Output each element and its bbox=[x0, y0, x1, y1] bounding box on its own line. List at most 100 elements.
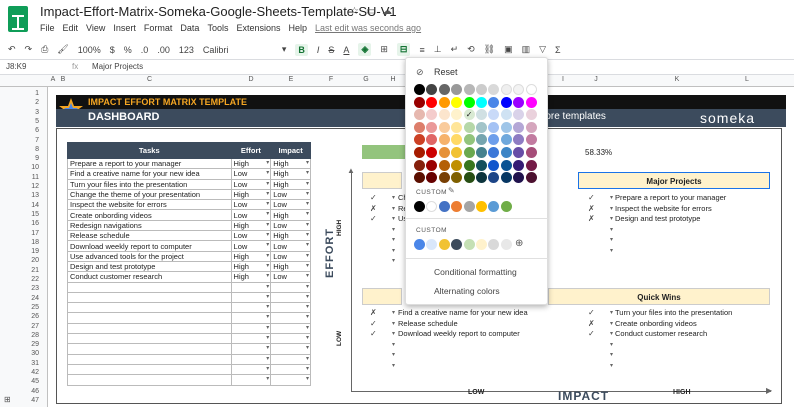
color-swatch[interactable] bbox=[451, 84, 463, 95]
color-swatch[interactable] bbox=[525, 121, 537, 133]
empty-cell[interactable] bbox=[270, 281, 311, 293]
impact-select[interactable]: High bbox=[270, 157, 311, 170]
font-select[interactable]: Calibri bbox=[203, 45, 273, 55]
task-cell[interactable]: Conduct customer research bbox=[67, 271, 232, 283]
color-swatch[interactable] bbox=[438, 172, 450, 184]
custom-color-swatch[interactable] bbox=[476, 239, 487, 250]
color-swatch[interactable] bbox=[525, 109, 537, 121]
impact-select[interactable]: High bbox=[270, 168, 311, 180]
impact-select[interactable]: High bbox=[270, 230, 311, 242]
color-swatch[interactable] bbox=[414, 96, 425, 108]
column-header[interactable]: J bbox=[578, 76, 614, 83]
impact-select[interactable]: High bbox=[270, 209, 311, 221]
menu-edit[interactable]: Edit bbox=[63, 23, 79, 33]
column-header[interactable]: D bbox=[231, 76, 271, 83]
color-swatch[interactable] bbox=[451, 147, 463, 158]
empty-cell[interactable] bbox=[230, 281, 272, 293]
color-swatch[interactable] bbox=[451, 109, 463, 121]
impact-select[interactable]: High bbox=[270, 260, 311, 273]
color-swatch[interactable] bbox=[488, 134, 500, 146]
color-swatch[interactable] bbox=[513, 84, 525, 95]
row-header[interactable]: 2 bbox=[35, 99, 39, 106]
custom-color-swatch[interactable] bbox=[414, 239, 425, 250]
row-header[interactable]: 26 bbox=[31, 313, 39, 320]
empty-cell[interactable] bbox=[230, 291, 272, 304]
color-swatch[interactable] bbox=[414, 109, 425, 121]
menu-file[interactable]: File bbox=[40, 23, 55, 33]
task-cell[interactable]: Design and test prototype bbox=[67, 260, 232, 273]
color-swatch[interactable] bbox=[525, 172, 537, 184]
color-swatch[interactable] bbox=[513, 159, 525, 171]
task-cell[interactable]: Find a creative name for your new idea bbox=[67, 168, 232, 180]
row-header[interactable]: 16 bbox=[31, 220, 39, 227]
empty-cell[interactable] bbox=[67, 312, 232, 324]
column-header[interactable]: A bbox=[48, 76, 58, 83]
row-header[interactable]: 11 bbox=[32, 174, 39, 181]
row-header[interactable]: 6 bbox=[35, 127, 39, 134]
color-swatch[interactable] bbox=[500, 134, 512, 146]
color-swatch[interactable] bbox=[513, 134, 525, 146]
menu-tools[interactable]: Tools bbox=[207, 23, 228, 33]
color-swatch[interactable] bbox=[500, 172, 512, 184]
dropdown-arrow-icon[interactable]: ▾ bbox=[610, 309, 613, 316]
dropdown-arrow-icon[interactable]: ▾ bbox=[610, 351, 613, 358]
color-swatch[interactable] bbox=[438, 109, 450, 121]
empty-cell[interactable] bbox=[270, 363, 311, 376]
color-swatch[interactable] bbox=[414, 147, 425, 158]
color-swatch[interactable] bbox=[476, 84, 487, 95]
dropdown-arrow-icon[interactable]: ▾ bbox=[392, 215, 395, 222]
effort-select[interactable]: Low bbox=[230, 209, 272, 221]
row-header[interactable]: 22 bbox=[31, 276, 39, 283]
dropdown-arrow-icon[interactable]: ▾ bbox=[610, 341, 613, 348]
effort-select[interactable]: Low bbox=[230, 168, 272, 180]
empty-cell[interactable] bbox=[270, 374, 311, 386]
major-projects-header[interactable]: Major Projects bbox=[578, 172, 770, 189]
empty-cell[interactable] bbox=[67, 353, 232, 365]
color-swatch[interactable] bbox=[488, 96, 500, 108]
custom-color-swatch[interactable] bbox=[476, 201, 487, 212]
column-header[interactable]: G bbox=[351, 76, 381, 83]
color-swatch[interactable] bbox=[476, 159, 487, 171]
text-color-button[interactable]: A bbox=[343, 45, 349, 55]
row-header[interactable]: 30 bbox=[31, 350, 39, 357]
color-swatch[interactable] bbox=[414, 121, 425, 133]
color-swatch[interactable] bbox=[525, 134, 537, 146]
empty-cell[interactable] bbox=[67, 333, 232, 345]
color-swatch[interactable] bbox=[414, 172, 425, 184]
last-edit-link[interactable]: Last edit was seconds ago bbox=[315, 23, 421, 33]
row-header[interactable]: 9 bbox=[35, 155, 39, 162]
row-header[interactable]: 46 bbox=[31, 388, 39, 395]
row-header[interactable]: 23 bbox=[31, 285, 39, 292]
conditional-formatting-item[interactable]: Conditional formatting bbox=[434, 267, 517, 277]
impact-select[interactable]: Low bbox=[270, 271, 311, 283]
task-cell[interactable]: Inspect the website for errors bbox=[67, 199, 232, 211]
reset-color-icon[interactable]: ⊘ bbox=[416, 67, 424, 78]
number-format-select[interactable]: 123 bbox=[179, 45, 194, 55]
dropdown-arrow-icon[interactable]: ▾ bbox=[610, 236, 613, 243]
add-sheet-icon[interactable]: ⊞ bbox=[4, 395, 11, 404]
column-header[interactable]: K bbox=[614, 76, 740, 83]
color-swatch[interactable] bbox=[525, 84, 537, 95]
row-header[interactable]: 3 bbox=[35, 109, 39, 116]
effort-select[interactable]: Low bbox=[230, 199, 272, 211]
strikethrough-button[interactable]: S bbox=[328, 45, 334, 55]
color-swatch[interactable] bbox=[426, 172, 438, 184]
dropdown-arrow-icon[interactable]: ▾ bbox=[610, 247, 613, 254]
empty-cell[interactable] bbox=[230, 343, 272, 355]
valign-icon[interactable]: ⊥ bbox=[434, 44, 442, 55]
dropdown-arrow-icon[interactable]: ▾ bbox=[392, 351, 395, 358]
zoom-select[interactable]: 100% bbox=[78, 45, 101, 55]
borders-icon[interactable]: ⊞ bbox=[380, 44, 388, 55]
column-header[interactable]: C bbox=[68, 76, 231, 83]
wrap-icon[interactable]: ↵ bbox=[451, 44, 459, 55]
color-swatch[interactable] bbox=[476, 96, 487, 108]
effort-select[interactable]: Low bbox=[230, 240, 272, 252]
color-swatch[interactable] bbox=[426, 134, 438, 146]
impact-select[interactable]: High bbox=[270, 178, 311, 190]
dropdown-arrow-icon[interactable]: ▾ bbox=[610, 226, 613, 233]
dropdown-arrow-icon[interactable]: ▾ bbox=[610, 330, 613, 337]
column-header[interactable]: B bbox=[58, 76, 68, 83]
color-swatch[interactable] bbox=[414, 159, 425, 171]
empty-cell[interactable] bbox=[270, 312, 311, 324]
task-cell[interactable]: Change the theme of your presentation bbox=[67, 188, 232, 201]
